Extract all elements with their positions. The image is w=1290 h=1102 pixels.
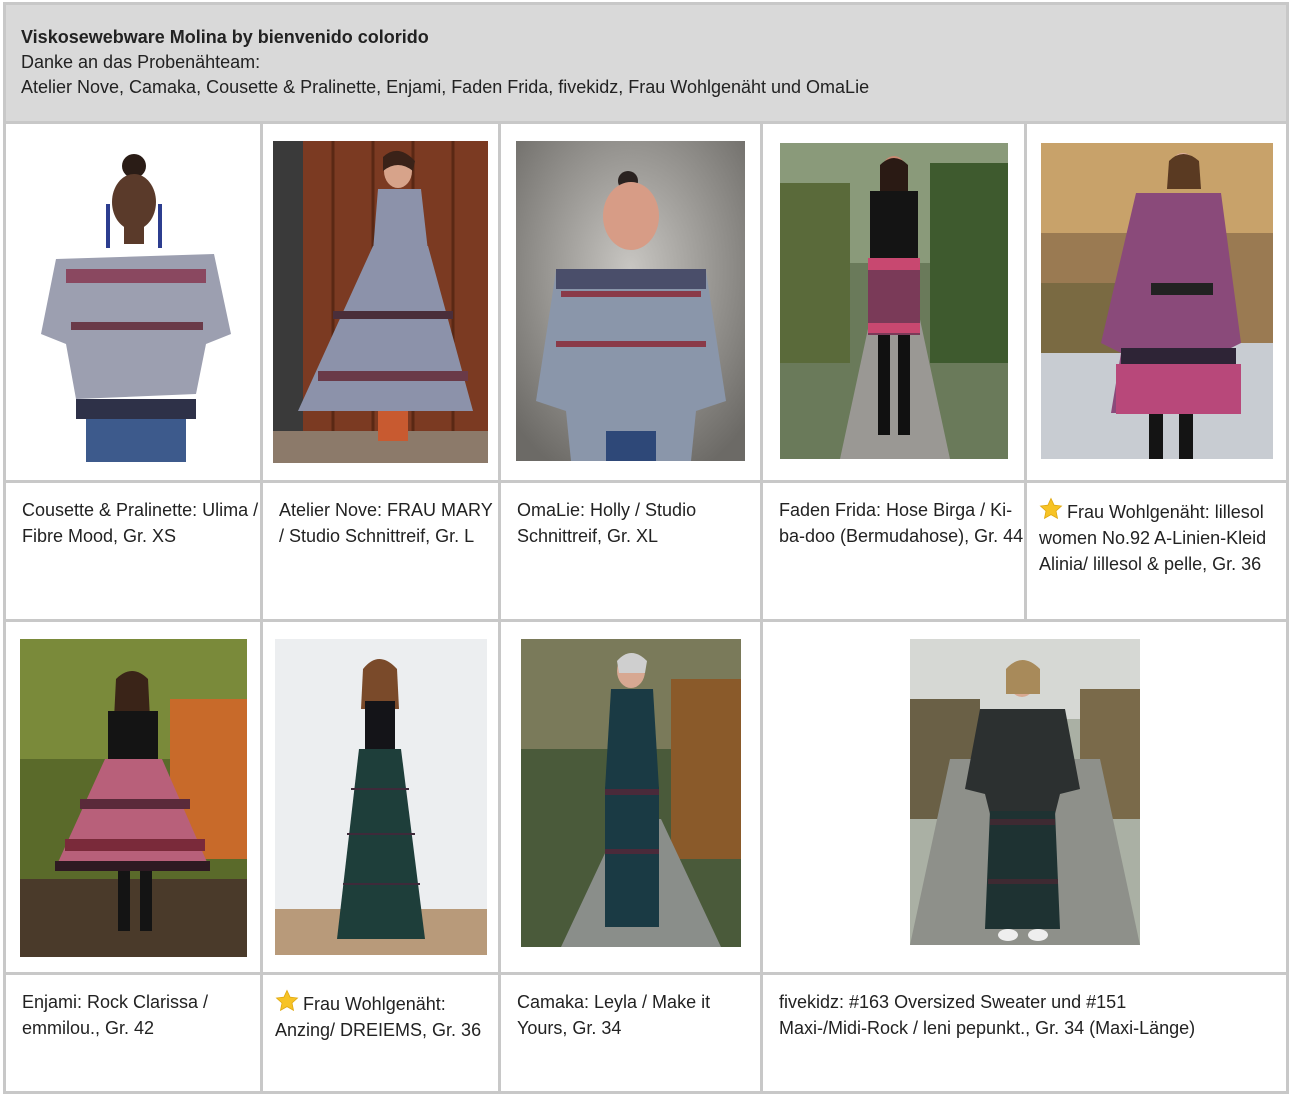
photo-cell <box>498 121 763 483</box>
photo-cell <box>1023 121 1290 483</box>
photo-cousette <box>26 144 240 462</box>
caption-cell: Frau Wohlgenäht: lillesol women No.92 A-… <box>1023 480 1290 622</box>
header-cell: Viskosewebware Molina by bienvenido colo… <box>2 2 1290 124</box>
photo-camaka <box>520 639 741 947</box>
caption-cell: OmaLie: Holly / Studio Schnittreif, Gr. … <box>498 480 763 622</box>
caption-text: Atelier Nove: FRAU MARY / Studio Schnitt… <box>279 500 493 546</box>
caption-text: Faden Frida: Hose Birga / Ki-ba-doo (Ber… <box>779 500 1024 546</box>
photo-cell <box>498 619 763 975</box>
caption-text: Camaka: Leyla / Make it Yours, Gr. 34 <box>517 992 711 1038</box>
photo-cell <box>759 619 1290 975</box>
caption-text: fivekidz: #163 Oversized Sweater und #15… <box>779 992 1196 1038</box>
caption-cell: Camaka: Leyla / Make it Yours, Gr. 34 <box>498 972 763 1094</box>
photo-fivekidz <box>909 639 1140 945</box>
caption-cell: fivekidz: #163 Oversized Sweater und #15… <box>759 972 1290 1094</box>
photo-enjami <box>19 639 247 957</box>
photo-cell <box>260 121 501 483</box>
lookbook-table: Viskosewebware Molina by bienvenido colo… <box>2 2 1290 1094</box>
star-icon <box>1039 497 1063 521</box>
header-team-line: Atelier Nove, Camaka, Cousette & Praline… <box>21 77 870 97</box>
header-thanks-line: Danke an das Probenähteam: <box>21 52 261 72</box>
caption-cell: Faden Frida: Hose Birga / Ki-ba-doo (Ber… <box>760 480 1027 622</box>
photo-omalie <box>516 141 745 461</box>
photo-cell <box>3 619 263 975</box>
photo-cell <box>260 619 501 975</box>
header-title: Viskosewebware Molina by bienvenido colo… <box>21 27 429 47</box>
caption-text: Cousette & Pralinette: Ulima / Fibre Moo… <box>22 500 259 546</box>
caption-text: Frau Wohlgenäht: lillesol women No.92 A-… <box>1039 502 1267 574</box>
caption-text: Frau Wohlgenäht: Anzing/ DREIEMS, Gr. 36 <box>275 994 482 1040</box>
photo-atelier-nove <box>273 141 488 463</box>
caption-cell: Atelier Nove: FRAU MARY / Studio Schnitt… <box>260 480 501 622</box>
photo-cell <box>760 121 1027 483</box>
star-icon <box>275 989 299 1013</box>
document-page: Viskosewebware Molina by bienvenido colo… <box>0 0 1290 1102</box>
caption-cell: Enjami: Rock Clarissa / emmilou., Gr. 42 <box>3 972 263 1094</box>
caption-text: Enjami: Rock Clarissa / emmilou., Gr. 42 <box>22 992 209 1038</box>
caption-cell: Cousette & Pralinette: Ulima / Fibre Moo… <box>3 480 263 622</box>
photo-faden-frida <box>779 143 1008 459</box>
photo-cell <box>3 121 263 483</box>
photo-frau-wohlgenaeht-2 <box>274 639 487 955</box>
caption-text: OmaLie: Holly / Studio Schnittreif, Gr. … <box>517 500 697 546</box>
photo-frau-wohlgenaeht-1 <box>1040 143 1273 459</box>
caption-cell: Frau Wohlgenäht: Anzing/ DREIEMS, Gr. 36 <box>260 972 501 1094</box>
